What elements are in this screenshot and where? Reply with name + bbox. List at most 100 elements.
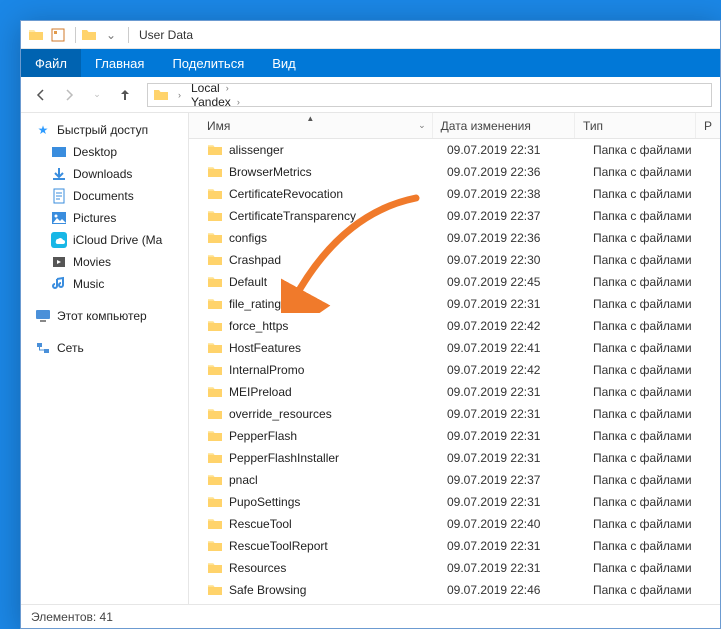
nav-forward-button[interactable] [57, 83, 81, 107]
file-date: 09.07.2019 22:37 [439, 209, 585, 223]
column-dropdown-icon[interactable]: ⌄ [418, 120, 426, 131]
folder-icon [207, 582, 223, 598]
file-type: Папка с файлами [585, 385, 709, 399]
sidebar-this-pc[interactable]: Этот компьютер [21, 305, 188, 327]
table-row[interactable]: PupoSettings09.07.2019 22:31Папка с файл… [189, 491, 720, 513]
sidebar-quick-access[interactable]: ★ Быстрый доступ [21, 119, 188, 141]
network-icon [35, 340, 51, 356]
tab-home[interactable]: Главная [81, 49, 158, 77]
status-label: Элементов: [31, 610, 96, 624]
qat-properties-icon[interactable] [49, 26, 67, 44]
file-date: 09.07.2019 22:31 [439, 429, 585, 443]
window-title: User Data [139, 28, 193, 42]
table-row[interactable]: configs09.07.2019 22:36Папка с файлами [189, 227, 720, 249]
file-type: Папка с файлами [585, 165, 709, 179]
table-row[interactable]: pnacl09.07.2019 22:37Папка с файлами [189, 469, 720, 491]
folder-icon [207, 164, 223, 180]
table-row[interactable]: MEIPreload09.07.2019 22:31Папка с файлам… [189, 381, 720, 403]
file-name: Safe Browsing [229, 583, 306, 597]
column-headers: ▲ Имя ⌄ Дата изменения Тип Р [189, 113, 720, 139]
file-name: Crashpad [229, 253, 281, 267]
file-date: 09.07.2019 22:31 [439, 539, 585, 553]
breadcrumb-segment[interactable]: Yandex› [187, 95, 290, 107]
table-row[interactable]: BrowserMetrics 09.07.2019 22:36Папка с фа… [189, 161, 720, 183]
table-row[interactable]: Crashpad09.07.2019 22:30Папка с файлами [189, 249, 720, 271]
table-row[interactable]: HostFeatures09.07.2019 22:41Папка с файл… [189, 337, 720, 359]
table-row[interactable]: alissenger09.07.2019 22:31Папка с файлам… [189, 139, 720, 161]
title-bar: ⌄ User Data [21, 21, 720, 49]
file-type: Папка с файлами [585, 319, 709, 333]
sidebar-item-label: Быстрый доступ [57, 123, 148, 137]
table-row[interactable]: CertificateTransparency09.07.2019 22:37П… [189, 205, 720, 227]
file-date: 09.07.2019 22:36 [439, 165, 585, 179]
table-row[interactable]: PepperFlash09.07.2019 22:31Папка с файла… [189, 425, 720, 447]
breadcrumb-segment[interactable]: Local› [187, 83, 290, 95]
file-type: Папка с файлами [585, 561, 709, 575]
table-row[interactable]: Safe Browsing09.07.2019 22:46Папка с фай… [189, 579, 720, 601]
table-row[interactable]: force_https09.07.2019 22:42Папка с файла… [189, 315, 720, 337]
table-row[interactable]: Resources09.07.2019 22:31Папка с файлами [189, 557, 720, 579]
file-name: PepperFlashInstaller [229, 451, 339, 465]
column-name[interactable]: ▲ Имя ⌄ [189, 113, 433, 138]
folder-icon [207, 560, 223, 576]
column-date[interactable]: Дата изменения [433, 113, 575, 138]
file-date: 09.07.2019 22:38 [439, 187, 585, 201]
file-date: 09.07.2019 22:31 [439, 143, 585, 157]
file-type: Папка с файлами [585, 495, 709, 509]
table-row[interactable]: RescueToolReport 09.07.2019 22:31Папка с … [189, 535, 720, 557]
table-row[interactable]: PepperFlashInstaller09.07.2019 22:31Папк… [189, 447, 720, 469]
qat-dropdown-icon[interactable]: ⌄ [102, 26, 120, 44]
table-row[interactable]: Default09.07.2019 22:45Папка с файлами [189, 271, 720, 293]
sidebar-network[interactable]: Сеть [21, 337, 188, 359]
file-date: 09.07.2019 22:37 [439, 473, 585, 487]
tab-file[interactable]: Файл [21, 49, 81, 77]
breadcrumb[interactable]: › vladimirkovylov›AppData›Local›Yandex›Y… [147, 83, 712, 107]
file-name: RescueTool [229, 517, 292, 531]
sidebar-item[interactable]: Movies [21, 251, 188, 273]
file-name: Resources [229, 561, 286, 575]
qat-open-icon[interactable] [80, 26, 98, 44]
nav-back-button[interactable] [29, 83, 53, 107]
file-name: BrowserMetrics [229, 165, 312, 179]
sidebar-item[interactable]: Pictures [21, 207, 188, 229]
file-date: 09.07.2019 22:31 [439, 451, 585, 465]
file-date: 09.07.2019 22:31 [439, 407, 585, 421]
table-row[interactable]: InternalPromo09.07.2019 22:42Папка с фай… [189, 359, 720, 381]
table-row[interactable]: override_resources09.07.2019 22:31Папка … [189, 403, 720, 425]
file-type: Папка с файлами [585, 539, 709, 553]
tab-share[interactable]: Поделиться [158, 49, 258, 77]
file-date: 09.07.2019 22:40 [439, 517, 585, 531]
folder-icon [207, 186, 223, 202]
file-date: 09.07.2019 22:41 [439, 341, 585, 355]
file-type: Папка с файлами [585, 517, 709, 531]
nav-up-button[interactable] [113, 83, 137, 107]
column-type[interactable]: Тип [575, 113, 696, 138]
table-row[interactable]: RescueTool 09.07.2019 22:40Папка с файлам… [189, 513, 720, 535]
nav-recent-dropdown[interactable]: ⌄ [85, 83, 109, 107]
sidebar-item[interactable]: Documents [21, 185, 188, 207]
sidebar-item[interactable]: Downloads [21, 163, 188, 185]
sidebar-item[interactable]: Desktop [21, 141, 188, 163]
breadcrumb-root-chevron[interactable]: › [170, 90, 187, 100]
file-name: RescueToolReport [229, 539, 328, 553]
file-name: MEIPreload [229, 385, 292, 399]
sidebar-item[interactable]: Music [21, 273, 188, 295]
chevron-right-icon: › [237, 97, 240, 107]
status-count: 41 [100, 610, 113, 624]
sidebar-item-label: Сеть [57, 341, 84, 355]
sidebar-item[interactable]: iCloud Drive (Ma [21, 229, 188, 251]
table-row[interactable]: file_rating09.07.2019 22:31Папка с файла… [189, 293, 720, 315]
file-type: Папка с файлами [585, 473, 709, 487]
folder-icon [207, 340, 223, 356]
tab-view[interactable]: Вид [258, 49, 310, 77]
folder-icon [207, 428, 223, 444]
folder-icon [207, 252, 223, 268]
sidebar-item-label: Movies [73, 255, 111, 269]
column-size[interactable]: Р [696, 113, 720, 138]
folder-icon [207, 516, 223, 532]
file-name: PepperFlash [229, 429, 297, 443]
folder-icon [207, 472, 223, 488]
navigation-pane: ★ Быстрый доступ DesktopDownloadsDocumen… [21, 113, 189, 604]
table-row[interactable]: CertificateRevocation09.07.2019 22:38Пап… [189, 183, 720, 205]
folder-icon [207, 384, 223, 400]
